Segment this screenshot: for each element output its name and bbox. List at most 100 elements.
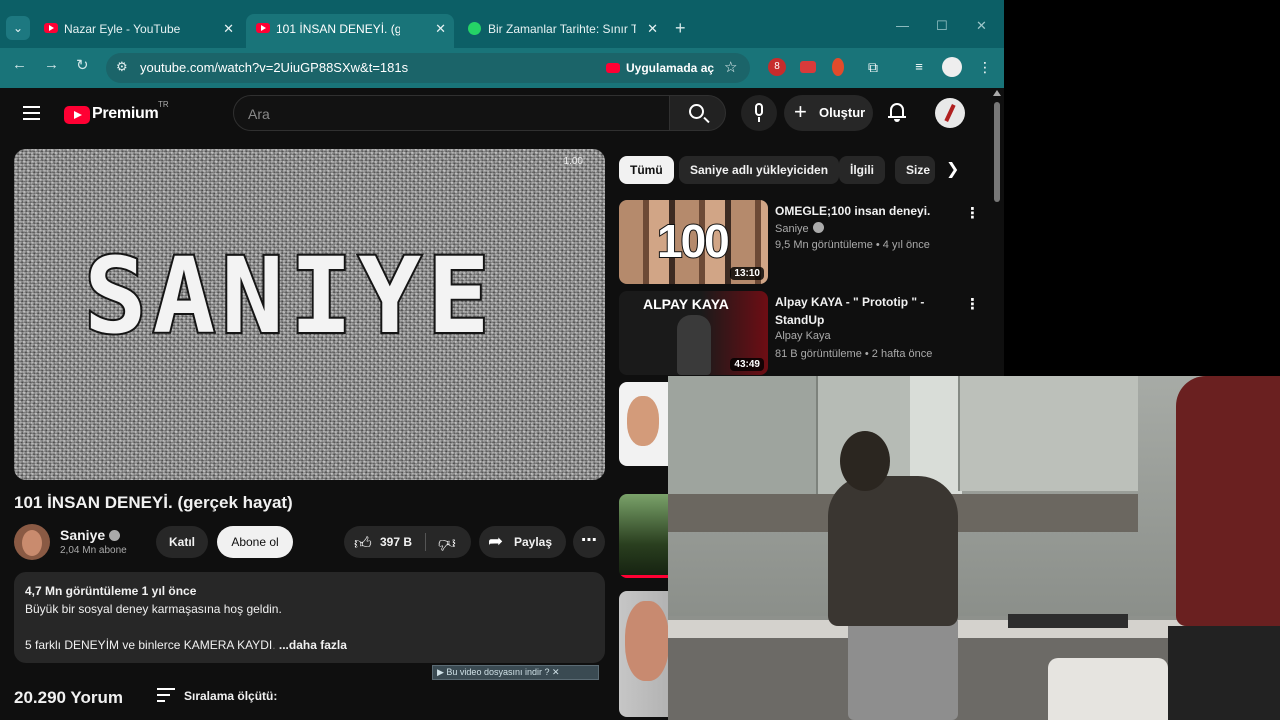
logo-text: Premium bbox=[92, 105, 159, 122]
video-thumbnail[interactable]: 100 13:10 bbox=[619, 200, 768, 284]
site-info-icon[interactable]: ⚙ bbox=[116, 59, 128, 75]
scroll-up-icon[interactable] bbox=[993, 90, 1001, 96]
like-icon[interactable]: 👍︎ bbox=[354, 533, 372, 554]
channel-avatar[interactable] bbox=[14, 524, 50, 560]
country-code: TR bbox=[158, 100, 169, 109]
voice-search-button[interactable] bbox=[741, 95, 777, 131]
watch-progress-bar bbox=[619, 575, 669, 578]
like-count[interactable]: 397 B bbox=[380, 535, 412, 549]
video-title: 101 İNSAN DENEYİ. (gerçek hayat) bbox=[14, 493, 293, 512]
video-thumbnail[interactable]: ALPAY KAYA 43:49 bbox=[619, 291, 768, 375]
address-bar[interactable]: ⚙ youtube.com/watch?v=2UiuGP88SXw&t=181s… bbox=[106, 53, 750, 83]
youtube-icon bbox=[606, 63, 620, 73]
recommendation-channel[interactable]: Alpay Kaya bbox=[775, 330, 831, 342]
player-speed: 1.00 bbox=[563, 156, 583, 167]
webcam-overlay bbox=[668, 376, 1280, 720]
filter-chips: Tümü Saniye adlı yükleyiciden İlgili Siz… bbox=[619, 156, 979, 184]
bell-icon[interactable] bbox=[887, 101, 909, 123]
recommendation-item[interactable]: 100 13:10 OMEGLE;100 insan deneyi. Saniy… bbox=[619, 200, 980, 286]
thumbnail-text: ALPAY KAYA bbox=[643, 296, 729, 312]
extension-badge-icon[interactable]: 8 bbox=[768, 58, 786, 76]
reload-icon[interactable]: ↻ bbox=[76, 56, 89, 74]
recommendation-title[interactable]: OMEGLE;100 insan deneyi. bbox=[775, 202, 960, 220]
download-label[interactable]: Bu video dosyasını indir bbox=[446, 667, 542, 677]
player-frame-text: SANIYE bbox=[82, 235, 496, 357]
channel-name[interactable]: Saniye bbox=[60, 527, 121, 543]
chip-from-uploader[interactable]: Saniye adlı yükleyiciden bbox=[679, 156, 840, 184]
open-in-app-button[interactable]: Uygulamada aç bbox=[604, 57, 724, 79]
share-icon: ➦ bbox=[488, 531, 504, 551]
recommendation-channel[interactable]: Saniye bbox=[775, 221, 824, 235]
youtube-favicon-icon bbox=[256, 23, 270, 33]
chevron-right-icon[interactable]: ❯ bbox=[946, 159, 959, 179]
more-vert-icon[interactable]: ⋮ bbox=[965, 295, 980, 313]
maximize-icon[interactable]: ☐ bbox=[936, 18, 948, 34]
youtube-favicon-icon bbox=[44, 23, 58, 33]
like-dislike-group: 👍︎ 397 B 👍︎ bbox=[344, 526, 471, 558]
join-button[interactable]: Katıl bbox=[156, 526, 208, 558]
show-more-link[interactable]: ...daha fazla bbox=[279, 638, 347, 652]
verified-check-icon bbox=[812, 222, 824, 233]
media-control-icon[interactable]: ≡ bbox=[910, 58, 928, 76]
chip-related[interactable]: İlgili bbox=[839, 156, 885, 184]
star-icon[interactable]: ☆ bbox=[724, 58, 737, 76]
chip-for-you[interactable]: Size bbox=[895, 156, 935, 184]
create-button[interactable]: + Oluştur bbox=[784, 95, 873, 131]
description-line: Büyük bir sosyal deney karmaşasına hoş g… bbox=[25, 602, 282, 616]
recommendation-title[interactable]: Alpay KAYA - " Prototip " - StandUp bbox=[775, 293, 960, 329]
more-icon[interactable]: ⋯ bbox=[573, 526, 605, 558]
description-line: 5 farklı DENEYİM ve binlerce KAMERA KAYD… bbox=[25, 638, 347, 652]
tab-close-icon[interactable]: ✕ bbox=[647, 14, 658, 44]
whatsapp-favicon-icon bbox=[468, 22, 481, 35]
sort-icon bbox=[157, 688, 175, 706]
scrollbar-thumb[interactable] bbox=[994, 102, 1000, 202]
verified-check-icon bbox=[109, 530, 121, 541]
chip-all[interactable]: Tümü bbox=[619, 156, 674, 184]
extension-icon[interactable] bbox=[832, 58, 844, 76]
recommendation-meta: 81 B görüntüleme • 2 hafta önce bbox=[775, 348, 933, 360]
minimize-icon[interactable]: — bbox=[896, 18, 909, 33]
comment-count: 20.290 Yorum bbox=[14, 688, 123, 707]
plus-icon: + bbox=[794, 99, 807, 124]
window-close-icon[interactable]: ✕ bbox=[976, 18, 987, 34]
extension-icon[interactable] bbox=[800, 61, 816, 73]
recommendation-meta: 9,5 Mn görüntüleme • 4 yıl önce bbox=[775, 239, 930, 251]
back-icon[interactable]: ← bbox=[12, 56, 27, 73]
share-button[interactable]: ➦ Paylaş bbox=[479, 526, 566, 558]
share-label: Paylaş bbox=[514, 535, 553, 549]
tab-close-icon[interactable]: ✕ bbox=[435, 14, 446, 44]
masthead: Premium TR + Oluştur bbox=[0, 88, 990, 138]
avatar[interactable] bbox=[935, 98, 965, 128]
tab-active-video[interactable]: 101 İNSAN DENEYİ. (gerçek hayat) ✕ bbox=[246, 14, 454, 48]
open-in-app-label: Uygulamada aç bbox=[626, 61, 715, 75]
search-icon bbox=[689, 104, 704, 119]
description-box[interactable]: 4,7 Mn görüntüleme 1 yıl önce Büyük bir … bbox=[14, 572, 605, 663]
duration-badge: 13:10 bbox=[730, 267, 764, 280]
menu-icon[interactable] bbox=[23, 106, 40, 120]
tab-nazar-eyle[interactable]: Nazar Eyle - YouTube ✕ bbox=[34, 14, 242, 48]
recommendation-item[interactable]: ALPAY KAYA 43:49 Alpay KAYA - " Prototip… bbox=[619, 291, 980, 377]
search-input[interactable] bbox=[248, 104, 648, 124]
duration-badge: 43:49 bbox=[730, 358, 764, 371]
thumbnail-text: 100 bbox=[656, 214, 731, 268]
url-text[interactable]: youtube.com/watch?v=2UiuGP88SXw&t=181s bbox=[140, 60, 408, 75]
channel-name-text[interactable]: Saniye bbox=[60, 527, 105, 543]
download-video-bar[interactable]: ▶ Bu video dosyasını indir ? ✕ bbox=[432, 665, 599, 680]
puzzle-icon[interactable]: ⧉ bbox=[864, 58, 882, 76]
subscribe-button[interactable]: Abone ol bbox=[217, 526, 293, 558]
dislike-icon[interactable]: 👍︎ bbox=[438, 533, 456, 554]
video-player[interactable]: SANIYE 1.00 bbox=[14, 149, 605, 480]
view-count-date: 4,7 Mn görüntüleme 1 yıl önce bbox=[25, 584, 197, 598]
profile-icon[interactable] bbox=[942, 57, 962, 77]
forward-icon[interactable]: → bbox=[44, 56, 59, 73]
new-tab-button[interactable]: + bbox=[675, 18, 686, 39]
browser-menu-icon[interactable]: ⋮ bbox=[976, 58, 994, 76]
search-box bbox=[233, 95, 670, 131]
channel-text[interactable]: Saniye bbox=[775, 223, 809, 235]
tab-bir-zamanlar[interactable]: Bir Zamanlar Tarihte: Sınır Tanımaz ✕ bbox=[458, 14, 666, 48]
more-vert-icon[interactable]: ⋮ bbox=[965, 204, 980, 222]
tab-search-icon[interactable]: ⌄ bbox=[6, 16, 30, 40]
search-button[interactable] bbox=[669, 95, 726, 131]
mic-icon bbox=[755, 103, 763, 116]
tab-close-icon[interactable]: ✕ bbox=[223, 14, 234, 44]
